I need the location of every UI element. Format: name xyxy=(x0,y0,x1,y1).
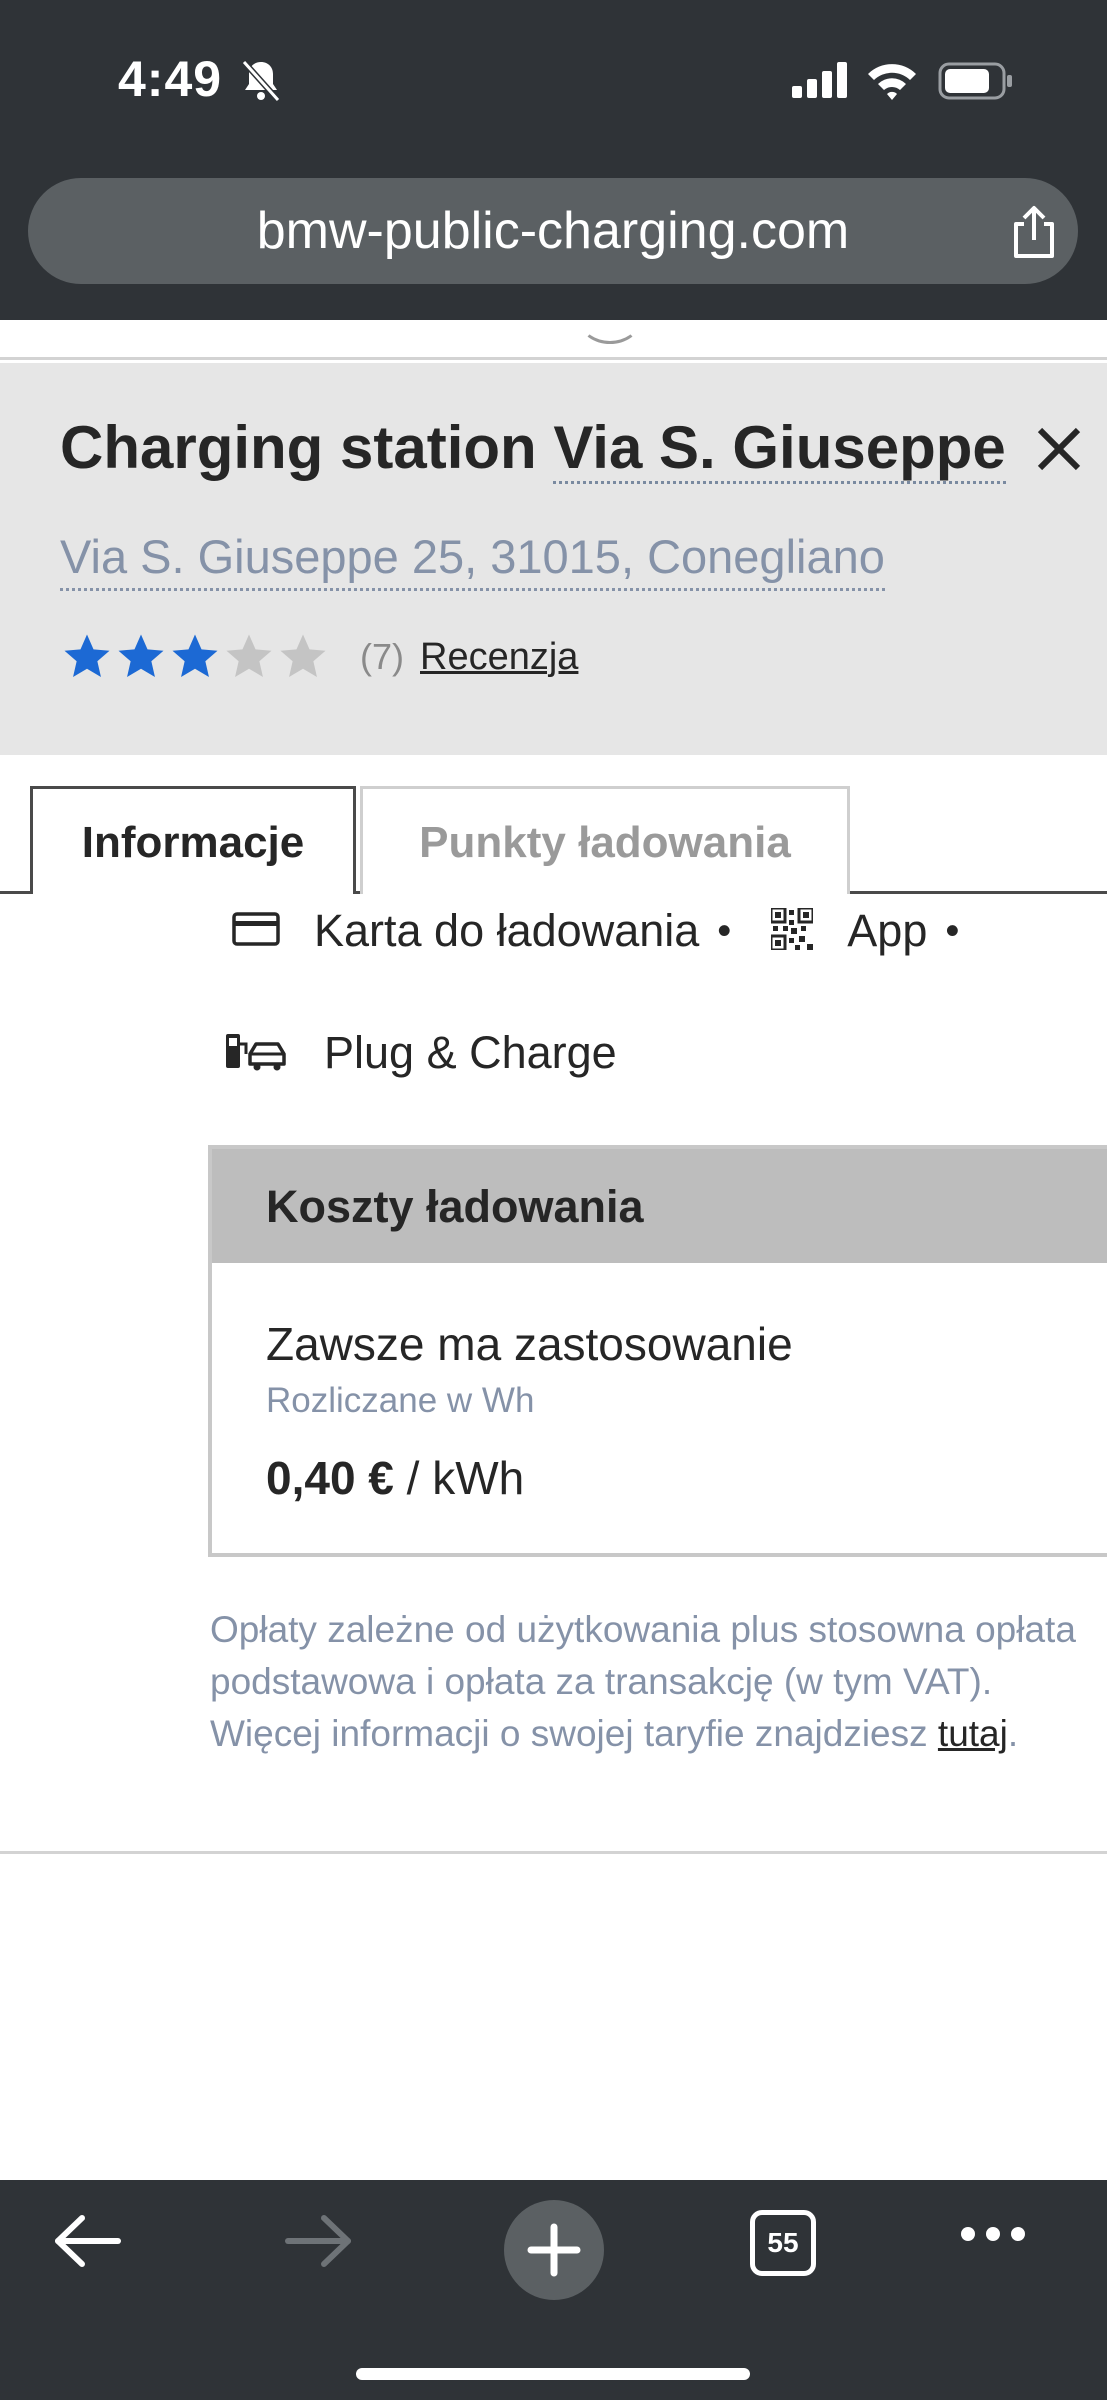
fee-note: Opłaty zależne od użytkowania plus stoso… xyxy=(210,1604,1107,1760)
plus-icon xyxy=(527,2223,581,2277)
charging-costs-card: Koszty ładowania Zawsze ma zastosowanie … xyxy=(208,1145,1107,1557)
forward-arrow-icon[interactable] xyxy=(282,2210,354,2277)
tariff-info-link[interactable]: tutaj xyxy=(938,1713,1008,1754)
star-icon xyxy=(118,634,164,678)
review-count: (7) xyxy=(360,636,404,677)
status-time: 4:49 xyxy=(118,51,223,107)
fee-note-line-1: Opłaty zależne od użytkowania plus stoso… xyxy=(210,1609,1076,1650)
qr-code-icon xyxy=(769,906,815,955)
back-arrow-icon[interactable] xyxy=(52,2210,124,2277)
close-icon[interactable] xyxy=(1036,426,1082,477)
station-title: Charging station Via S. Giuseppe xyxy=(60,413,1006,484)
wifi-icon xyxy=(866,60,918,105)
station-title-prefix: Charging station xyxy=(60,414,554,481)
tab-informacje[interactable]: Informacje xyxy=(30,786,356,894)
browser-toolbar: 55 xyxy=(0,2180,1107,2400)
divider xyxy=(0,1851,1107,1854)
separator-dot: • xyxy=(717,908,732,953)
fee-note-line-2: podstawowa i opłata za transakcję (w tym… xyxy=(210,1661,993,1702)
fee-note-period: . xyxy=(1007,1713,1019,1754)
payment-method-app: App xyxy=(847,905,928,956)
tariff-billing-unit: Rozliczane w Wh xyxy=(266,1381,535,1420)
plug-and-charge-icon xyxy=(224,1030,290,1077)
charging-costs-header: Koszty ładowania xyxy=(212,1149,1107,1263)
new-tab-button[interactable] xyxy=(504,2200,604,2300)
payment-method-card: Karta do ładowania xyxy=(314,905,700,956)
review-link[interactable]: Recenzja xyxy=(420,636,578,679)
tab-switcher-button[interactable]: 55 xyxy=(750,2210,816,2276)
star-icon xyxy=(172,634,218,678)
tab-punkty-ladowania[interactable]: Punkty ładowania xyxy=(360,786,850,894)
cellular-signal-icon xyxy=(792,62,850,103)
station-title-name: Via S. Giuseppe xyxy=(553,414,1006,484)
browser-address-bar: bmw-public-charging.com xyxy=(0,160,1107,320)
price-amount: 0,40 € xyxy=(266,1452,394,1504)
payment-method-plug-charge: Plug & Charge xyxy=(324,1027,617,1078)
more-options-icon[interactable] xyxy=(958,2224,1028,2249)
fee-note-line-3: Więcej informacji o swojej taryfie znajd… xyxy=(210,1708,1107,1760)
star-icon xyxy=(64,634,110,678)
status-bar: 4:49 xyxy=(0,0,1107,160)
drag-handle-arc[interactable] xyxy=(580,300,640,344)
payment-methods-row: Karta do ładowania • App • xyxy=(232,896,959,966)
share-icon[interactable] xyxy=(1008,204,1060,265)
plug-charge-row: Plug & Charge xyxy=(224,1018,617,1088)
silent-bell-icon xyxy=(238,58,284,109)
home-indicator[interactable] xyxy=(356,2368,750,2380)
battery-icon xyxy=(938,62,1014,105)
charging-card-icon xyxy=(232,911,280,951)
rating-row: (7) Recenzja xyxy=(60,627,578,687)
tariff-price: 0,40 € / kWh xyxy=(266,1451,524,1505)
tariff-title: Zawsze ma zastosowanie xyxy=(266,1318,793,1370)
fee-note-line-3-text: Więcej informacji o swojej taryfie znajd… xyxy=(210,1713,938,1754)
price-unit: / kWh xyxy=(393,1452,525,1504)
page-top-strip xyxy=(0,320,1107,360)
separator-dot: • xyxy=(945,908,960,953)
station-panel: Charging station Via S. Giuseppe Via S. … xyxy=(0,363,1107,755)
url-field[interactable]: bmw-public-charging.com xyxy=(28,178,1078,284)
star-empty-icon xyxy=(226,634,272,678)
station-address-link[interactable]: Via S. Giuseppe 25, 31015, Conegliano xyxy=(60,529,885,591)
tab-bar: Informacje Punkty ładowania xyxy=(0,786,1107,894)
star-empty-icon xyxy=(280,634,326,678)
charging-costs-heading: Koszty ładowania xyxy=(266,1181,644,1232)
url-text[interactable]: bmw-public-charging.com xyxy=(28,178,1078,284)
